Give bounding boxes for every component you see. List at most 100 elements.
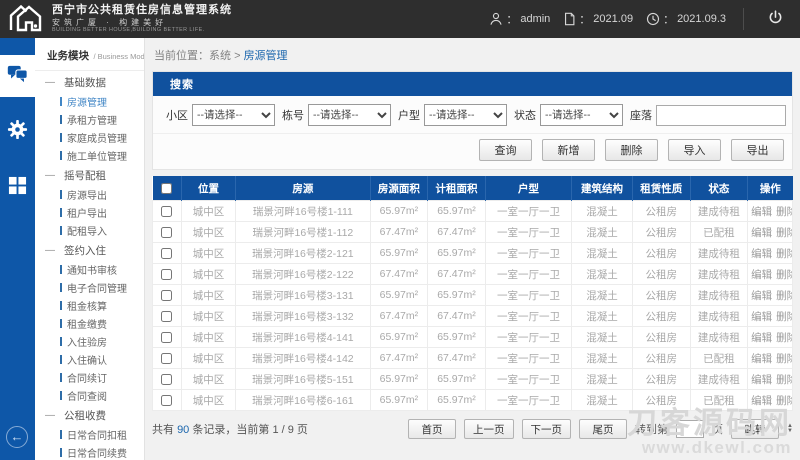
sidebar-group-public-rental-fees[interactable]: — 公租收费 bbox=[35, 404, 144, 425]
delete-link[interactable]: 删除 bbox=[776, 332, 791, 344]
sidebar-item-tenant-export[interactable]: 租户导出 bbox=[35, 203, 144, 221]
cell-operation: 编辑删除 bbox=[747, 347, 793, 369]
edit-link[interactable]: 编辑 bbox=[751, 395, 772, 407]
row-checkbox[interactable] bbox=[161, 205, 173, 217]
sidebar-item-movein-confirmation[interactable]: 入住确认 bbox=[35, 350, 144, 368]
delete-link[interactable]: 删除 bbox=[776, 374, 791, 386]
jump-button[interactable]: 跳转 bbox=[731, 419, 780, 439]
first-page-button[interactable]: 首页 bbox=[408, 419, 457, 439]
edit-link[interactable]: 编辑 bbox=[751, 353, 772, 365]
sidebar-item-notice-review[interactable]: 通知书审核 bbox=[35, 260, 144, 278]
address-input[interactable] bbox=[656, 104, 786, 126]
module-settings-tab[interactable] bbox=[0, 111, 35, 153]
row-checkbox[interactable] bbox=[161, 268, 173, 280]
row-checkbox[interactable] bbox=[161, 289, 173, 301]
sidebar-item-construction-units[interactable]: 施工单位管理 bbox=[35, 146, 144, 164]
select-all-checkbox[interactable] bbox=[161, 182, 173, 194]
arrow-left-icon: ← bbox=[10, 429, 24, 444]
item-bullet-icon bbox=[60, 96, 62, 106]
cell-source: 瑞景河畔16号楼3-132 bbox=[235, 305, 371, 327]
next-page-button[interactable]: 下一页 bbox=[521, 419, 572, 439]
delete-link[interactable]: 删除 bbox=[776, 311, 791, 323]
community-select[interactable]: --请选择-- bbox=[192, 104, 275, 126]
cell-location: 城中区 bbox=[180, 263, 237, 285]
delete-link[interactable]: 删除 bbox=[776, 353, 791, 365]
search-panel-title: 搜索 bbox=[153, 72, 792, 96]
cell-location: 城中区 bbox=[180, 221, 237, 243]
building-select[interactable]: --请选择-- bbox=[308, 104, 391, 126]
cell-location: 城中区 bbox=[180, 389, 237, 411]
sidebar-item-contract-review[interactable]: 合同查阅 bbox=[35, 386, 144, 404]
collapse-minus-icon: — bbox=[45, 77, 55, 88]
prev-page-button[interactable]: 上一页 bbox=[464, 419, 514, 439]
collapse-minus-icon: — bbox=[45, 245, 55, 256]
row-checkbox[interactable] bbox=[161, 394, 173, 406]
module-business-tab[interactable] bbox=[0, 55, 35, 97]
delete-link[interactable]: 删除 bbox=[776, 227, 791, 239]
cell-status: 建成待租 bbox=[689, 368, 749, 390]
sidebar-item-rent-accounting[interactable]: 租金核算 bbox=[35, 296, 144, 314]
row-checkbox[interactable] bbox=[161, 373, 173, 385]
sidebar-item-movein-inspection[interactable]: 入住验房 bbox=[35, 332, 144, 350]
sidebar-item-econtract-management[interactable]: 电子合同管理 bbox=[35, 278, 144, 296]
collapse-sidebar-button[interactable]: ← bbox=[6, 426, 28, 448]
row-checkbox[interactable] bbox=[161, 331, 173, 343]
edit-link[interactable]: 编辑 bbox=[751, 206, 772, 218]
cell-rent-area: 67.47m² bbox=[427, 347, 486, 369]
edit-link[interactable]: 编辑 bbox=[751, 290, 772, 302]
goto-page-input[interactable] bbox=[676, 420, 705, 438]
cell-rental-nature: 公租房 bbox=[631, 263, 691, 285]
last-page-button[interactable]: 尾页 bbox=[579, 419, 628, 439]
cell-operation: 编辑删除 bbox=[747, 284, 793, 306]
edit-link[interactable]: 编辑 bbox=[751, 332, 772, 344]
query-button[interactable]: 查询 bbox=[479, 139, 532, 161]
cell-source: 瑞景河畔16号楼5-151 bbox=[235, 368, 371, 390]
cell-structure: 混凝土 bbox=[571, 221, 633, 243]
sidebar-group-signing-movein[interactable]: — 签约入住 bbox=[35, 239, 144, 260]
delete-button[interactable]: 删除 bbox=[605, 139, 658, 161]
cell-operation: 编辑删除 bbox=[747, 221, 793, 243]
cell-operation: 编辑删除 bbox=[747, 263, 793, 285]
col-source: 房源 bbox=[235, 176, 371, 201]
status-select[interactable]: --请选择-- bbox=[540, 104, 623, 126]
row-checkbox[interactable] bbox=[161, 352, 173, 364]
edit-link[interactable]: 编辑 bbox=[751, 248, 772, 260]
edit-link[interactable]: 编辑 bbox=[751, 269, 772, 281]
record-count: 90 bbox=[177, 424, 190, 436]
delete-link[interactable]: 删除 bbox=[776, 248, 791, 260]
sidebar-group-basic-data[interactable]: — 基础数据 bbox=[35, 71, 144, 92]
sidebar-item-housing-management[interactable]: 房源管理 bbox=[35, 92, 144, 110]
import-button[interactable]: 导入 bbox=[668, 139, 721, 161]
edit-link[interactable]: 编辑 bbox=[751, 374, 772, 386]
module-apps-tab[interactable] bbox=[0, 167, 35, 209]
add-button[interactable]: 新增 bbox=[542, 139, 595, 161]
delete-link[interactable]: 删除 bbox=[776, 395, 791, 407]
delete-link[interactable]: 删除 bbox=[776, 269, 791, 281]
breadcrumb-current[interactable]: 房源管理 bbox=[244, 50, 288, 62]
sidebar-item-rent-payment[interactable]: 租金缴费 bbox=[35, 314, 144, 332]
delete-link[interactable]: 删除 bbox=[776, 206, 791, 218]
row-checkbox[interactable] bbox=[161, 310, 173, 322]
cell-location: 城中区 bbox=[180, 305, 237, 327]
spinner-down-icon[interactable]: ▼ bbox=[787, 428, 793, 434]
row-checkbox[interactable] bbox=[161, 247, 173, 259]
sidebar-item-family-members[interactable]: 家庭成员管理 bbox=[35, 128, 144, 146]
unit-type-select[interactable]: --请选择-- bbox=[424, 104, 507, 126]
sidebar-item-daily-contract-renewal-fee[interactable]: 日常合同续费 bbox=[35, 443, 144, 460]
sidebar-item-daily-contract-rent-deduction[interactable]: 日常合同扣租 bbox=[35, 425, 144, 443]
logout-power-button[interactable] bbox=[761, 7, 790, 31]
sidebar-group-lottery-allocation[interactable]: — 摇号配租 bbox=[35, 164, 144, 185]
app-subtitle: 安筑广厦 · 构建美好 bbox=[52, 17, 168, 27]
row-checkbox[interactable] bbox=[161, 226, 173, 238]
sidebar-item-contract-renewal[interactable]: 合同续订 bbox=[35, 368, 144, 386]
table-row: 城中区 瑞景河畔16号楼4-142 67.47m² 67.47m² 一室一厅一卫… bbox=[152, 347, 793, 369]
edit-link[interactable]: 编辑 bbox=[751, 227, 772, 239]
export-button[interactable]: 导出 bbox=[731, 139, 784, 161]
page-spinner[interactable]: ▲ ▼ bbox=[787, 423, 793, 434]
edit-link[interactable]: 编辑 bbox=[751, 311, 772, 323]
sidebar-item-allocation-import[interactable]: 配租导入 bbox=[35, 221, 144, 239]
sidebar-item-housing-export[interactable]: 房源导出 bbox=[35, 185, 144, 203]
sidebar-item-tenant-management[interactable]: 承租方管理 bbox=[35, 110, 144, 128]
delete-link[interactable]: 删除 bbox=[776, 290, 791, 302]
pagination-bar: 共有 90 条记录，当前第 1 / 9 页 首页 上一页 下一页 尾页 转到第 … bbox=[152, 419, 793, 439]
